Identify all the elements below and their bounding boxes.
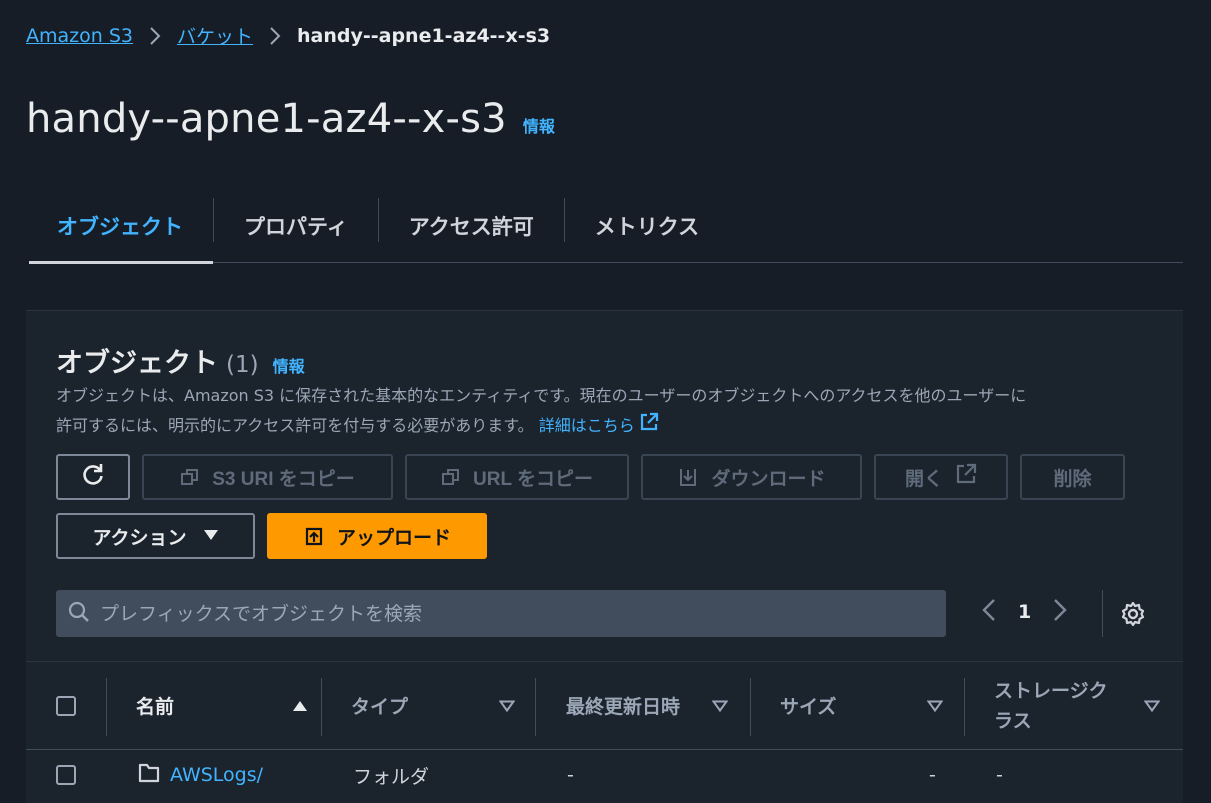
actions-label: アクション [92, 527, 187, 549]
column-divider [106, 678, 107, 736]
column-divider [321, 678, 322, 736]
column-header-storage-class[interactable]: ストレージク ラス [994, 662, 1161, 749]
breadcrumb-amazon-s3[interactable]: Amazon S3 [26, 25, 133, 47]
column-divider [964, 678, 965, 736]
folder-link[interactable]: AWSLogs/ [170, 764, 263, 786]
tab-objects[interactable]: オブジェクト [29, 190, 213, 264]
select-all-cell [56, 662, 76, 749]
row-last-modified-cell: - [567, 764, 574, 786]
current-page-number[interactable]: 1 [1018, 601, 1031, 623]
row-checkbox[interactable] [56, 765, 76, 785]
next-page-icon[interactable] [1053, 598, 1067, 626]
upload-button[interactable]: アップロード [267, 513, 487, 559]
description-line-2-text: 許可するには、明示的にアクセス許可を付与する必要があります。 [56, 416, 534, 435]
objects-info-link[interactable]: 情報 [273, 353, 305, 377]
search-icon [68, 601, 90, 627]
sort-icon [711, 695, 729, 717]
learn-more-link[interactable]: 詳細はこちら [538, 412, 659, 435]
table-header: 名前 タイプ 最終更新日時 サイズ ストレージク ラス [26, 661, 1183, 750]
caret-down-icon [203, 525, 219, 547]
sort-icon [498, 695, 516, 717]
tab-properties[interactable]: プロパティ [214, 190, 378, 262]
objects-count: (1) [226, 352, 259, 378]
search-input[interactable] [100, 602, 920, 625]
tab-bar: オブジェクト プロパティ アクセス許可 メトリクス [29, 190, 1183, 264]
column-header-last-modified[interactable]: 最終更新日時 [566, 662, 729, 749]
upload-icon [303, 525, 325, 547]
column-divider [535, 678, 536, 736]
search-box [56, 590, 946, 637]
column-header-size[interactable]: サイズ [780, 662, 944, 749]
chevron-right-icon [267, 26, 283, 45]
objects-table: 名前 タイプ 最終更新日時 サイズ ストレージク ラス AWSLogs/ フォル… [26, 661, 1183, 800]
page-title: handy--apne1-az4--x-s3 [26, 96, 507, 142]
copy-s3-uri-button[interactable]: S3 URI をコピー [142, 454, 393, 500]
description-line-2: 許可するには、明示的にアクセス許可を付与する必要があります。 詳細はこちら [56, 411, 1156, 442]
open-label: 開く [904, 468, 943, 490]
table-row[interactable]: AWSLogs/ フォルダ - - - [26, 750, 1183, 800]
storage-class-line-2: ラス [994, 709, 1032, 732]
objects-panel-title: オブジェクト [56, 348, 218, 379]
tab-metrics[interactable]: メトリクス [565, 190, 729, 262]
page-info-link[interactable]: 情報 [523, 113, 555, 137]
delete-label: 削除 [1053, 468, 1092, 490]
column-size-label: サイズ [780, 696, 837, 718]
objects-description: オブジェクトは、Amazon S3 に保存された基本的なエンティティです。現在の… [56, 381, 1156, 442]
copy-s3-uri-label: S3 URI をコピー [212, 468, 355, 490]
row-name-cell: AWSLogs/ [138, 750, 263, 800]
column-last-modified-label: 最終更新日時 [566, 696, 681, 718]
copy-url-button[interactable]: URL をコピー [405, 454, 629, 500]
breadcrumb-current: handy--apne1-az4--x-s3 [297, 24, 551, 47]
objects-panel-header: オブジェクト (1) 情報 [56, 341, 305, 380]
storage-class-line-1: ストレージク [994, 679, 1108, 702]
download-label: ダウンロード [711, 468, 826, 490]
column-type-label: タイプ [351, 696, 409, 718]
breadcrumb-buckets[interactable]: バケット [177, 22, 253, 49]
select-all-checkbox[interactable] [56, 695, 76, 716]
refresh-button[interactable] [56, 454, 130, 500]
external-link-icon [639, 412, 659, 442]
column-divider [750, 678, 751, 736]
previous-page-icon[interactable] [982, 598, 996, 626]
pager-divider [1102, 590, 1103, 637]
description-line-1: オブジェクトは、Amazon S3 に保存された基本的なエンティティです。現在の… [56, 386, 1027, 405]
row-select-cell [56, 750, 76, 800]
row-storage-class-cell: - [996, 764, 1003, 786]
sort-ascending-icon [292, 695, 308, 717]
pagination: 1 [982, 598, 1067, 626]
copy-icon [441, 467, 461, 487]
column-header-type[interactable]: タイプ [351, 662, 516, 749]
download-button[interactable]: ダウンロード [641, 454, 862, 500]
gear-icon[interactable] [1120, 601, 1146, 631]
breadcrumb: Amazon S3 バケット handy--apne1-az4--x-s3 [26, 22, 550, 49]
row-size-cell: - [929, 764, 936, 786]
row-type-cell: フォルダ [353, 765, 430, 788]
copy-icon [180, 467, 200, 487]
open-button[interactable]: 開く [874, 454, 1008, 500]
column-header-name[interactable]: 名前 [136, 662, 308, 749]
tab-permissions[interactable]: アクセス許可 [379, 190, 564, 262]
column-storage-class-label: ストレージク ラス [994, 676, 1108, 736]
folder-icon [138, 762, 160, 789]
upload-label: アップロード [336, 527, 451, 549]
page-header: handy--apne1-az4--x-s3 情報 [26, 96, 555, 142]
sort-icon [926, 695, 944, 717]
chevron-right-icon [147, 26, 163, 45]
column-name-label: 名前 [136, 696, 175, 718]
learn-more-label: 詳細はこちら [538, 416, 635, 435]
sort-icon [1143, 691, 1161, 721]
copy-url-label: URL をコピー [473, 468, 593, 490]
download-icon [677, 466, 699, 488]
actions-dropdown[interactable]: アクション [56, 513, 255, 559]
external-link-icon [955, 463, 977, 491]
objects-panel: オブジェクト (1) 情報 オブジェクトは、Amazon S3 に保存された基本… [26, 310, 1183, 803]
delete-button[interactable]: 削除 [1020, 454, 1125, 500]
refresh-icon [80, 461, 106, 493]
